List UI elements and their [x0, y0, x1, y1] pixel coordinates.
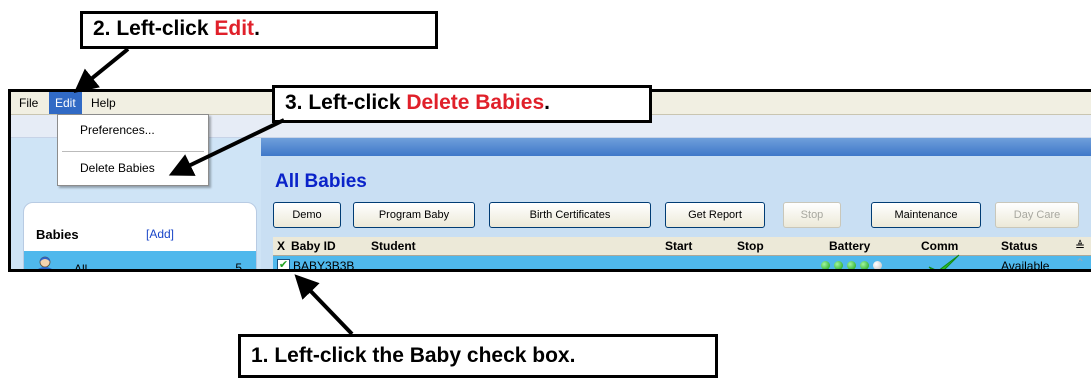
arrow-to-checkbox [294, 274, 354, 336]
arrow-to-delete-babies [168, 118, 285, 176]
arrow-to-edit [73, 47, 130, 94]
annotation-arrows [73, 47, 354, 336]
